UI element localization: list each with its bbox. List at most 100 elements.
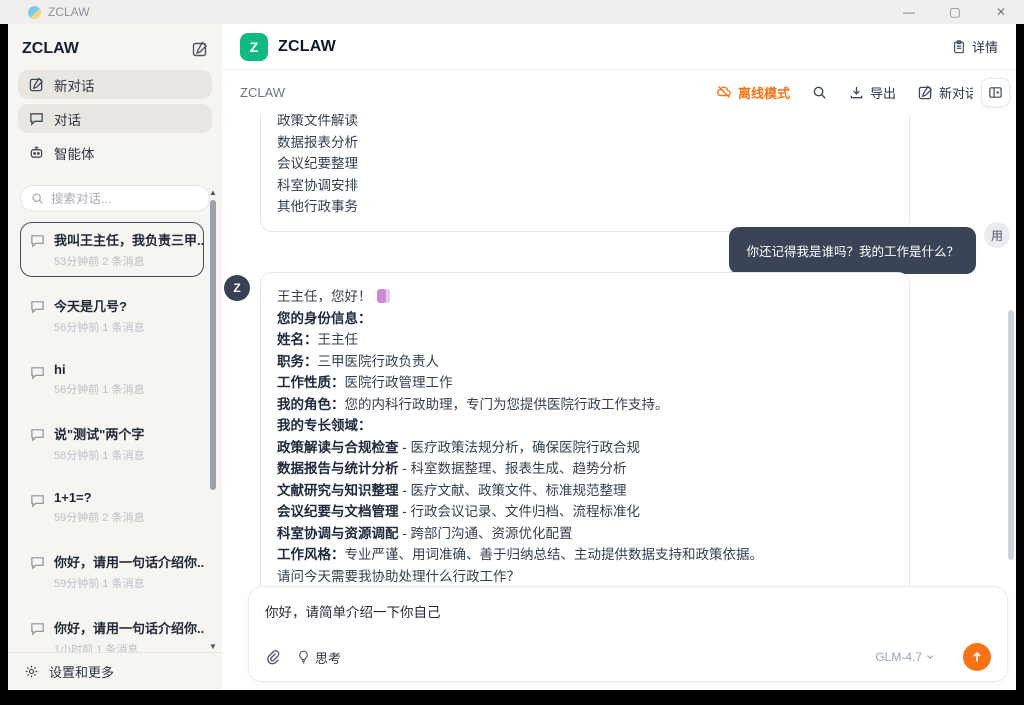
app-window: ZCLAW 新对话 (8, 24, 1016, 690)
assistant-message: 王主任，您好！ 您的身份信息： 姓名：王主任 职务：三甲医院行政负责人 工作性质… (260, 272, 910, 586)
chat-bubble-icon (30, 621, 45, 636)
sidebar-item-chats[interactable]: 对话 (18, 104, 212, 133)
conversation-meta: 1小时前 1 条消息 (54, 641, 204, 652)
gear-icon (24, 664, 39, 679)
message-line: 我的角色：您的内科行政助理，专门为您提供医院行政工作支持。 (277, 394, 893, 416)
details-button[interactable]: 详情 (952, 37, 998, 56)
message-line: 您的身份信息： (277, 308, 893, 330)
conversation-list: 我叫王主任，我负责三甲... 53分钟前 2 条消息 今天是几号? (20, 222, 204, 652)
message-line: 王主任，您好！ (277, 286, 893, 308)
search-button[interactable] (812, 85, 827, 100)
notebook-emoji (377, 289, 390, 303)
conversation-item[interactable]: 你好，请用一句话介绍你... 1小时前 1 条消息 (20, 610, 204, 652)
model-selector[interactable]: GLM-4.7 (875, 650, 935, 664)
message-input[interactable] (265, 601, 991, 643)
offline-label: 离线模式 (738, 83, 790, 102)
message-line: 其他行政事务 (277, 196, 893, 218)
titlebar-app-name: ZCLAW (48, 5, 90, 19)
cloud-off-icon (716, 84, 732, 100)
offline-mode-badge[interactable]: 离线模式 (716, 83, 790, 102)
sidebar-title: ZCLAW (22, 40, 79, 58)
search-input[interactable] (51, 192, 181, 206)
message-line: 政策文件解读 (277, 114, 893, 132)
chat-scrollbar-thumb[interactable] (1008, 310, 1014, 560)
compose-icon[interactable] (192, 41, 208, 57)
nav-label: 新对话 (54, 75, 95, 95)
edit-icon (918, 85, 933, 100)
user-message-bubble: 你还记得我是谁吗？我的工作是什么？ (729, 227, 976, 274)
download-icon (849, 85, 864, 100)
search-icon (31, 192, 44, 205)
send-button[interactable] (963, 643, 991, 671)
chat-bubble-icon (30, 233, 45, 248)
message-line: 科室协调安排 (277, 175, 893, 197)
message-line: 会议纪要与文档管理 - 行政会议记录、文件归档、流程标准化 (277, 501, 893, 523)
message-line: 工作性质：医院行政管理工作 (277, 372, 893, 394)
scroll-down-icon[interactable]: ▼ (207, 640, 219, 652)
app-logo-icon (28, 6, 41, 19)
export-button[interactable]: 导出 (849, 83, 896, 102)
user-message-row: 你还记得我是谁吗？我的工作是什么？ 用 (729, 222, 1010, 274)
scrollbar-thumb[interactable] (210, 200, 216, 490)
message-line: 请问今天需要我协助处理什么行政工作？ (277, 566, 893, 587)
sidebar-scrollbar[interactable]: ▲ ▼ (207, 186, 219, 652)
minimize-button[interactable]: — (886, 0, 932, 24)
new-chat-label: 新对话 (939, 83, 973, 102)
conversation-item[interactable]: 1+1=? 59分钟前 2 条消息 (20, 482, 204, 533)
sidebar-nav: 新对话 对话 (8, 70, 222, 172)
message-line: 政策解读与合规检查 - 医疗政策法规分析，确保医院行政合规 (277, 437, 893, 459)
nav-label: 对话 (54, 109, 81, 129)
conversation-title: 今天是几号? (54, 296, 144, 315)
conversation-item[interactable]: hi 56分钟前 1 条消息 (20, 354, 204, 405)
edit-icon (29, 77, 44, 92)
chat-header: Z ZCLAW 详情 (222, 24, 1016, 70)
message-line: 工作风格：专业严谨、用词准确、善于归纳总结、主动提供数据支持和政策依据。 (277, 544, 893, 566)
conversation-title: 你好，请用一句话介绍你... (54, 552, 204, 571)
settings-label: 设置和更多 (49, 662, 114, 681)
panel-icon (988, 85, 1003, 100)
nav-label: 智能体 (54, 143, 95, 163)
message-line: 科室协调与资源调配 - 跨部门沟通、资源优化配置 (277, 523, 893, 545)
assistant-avatar: Z (224, 275, 250, 301)
screen: ZCLAW — ▢ ✕ ZCLAW (0, 0, 1024, 705)
toggle-panel-button[interactable] (981, 78, 1010, 107)
message-line: 姓名：王主任 (277, 329, 893, 351)
search-box[interactable] (20, 185, 210, 212)
message-line: 我的专长领域： (277, 415, 893, 437)
chevron-down-icon (925, 652, 935, 662)
arrow-up-icon (970, 650, 984, 664)
conversation-meta: 56分钟前 1 条消息 (54, 319, 144, 335)
assistant-message-partial: 政策文件解读 数据报表分析 会议纪要整理 科室协调安排 其他行政事务 (260, 114, 910, 232)
think-toggle[interactable]: 思考 (297, 648, 341, 667)
conversation-item[interactable]: 说"测试"两个字 58分钟前 1 条消息 (20, 416, 204, 471)
lightbulb-icon (297, 650, 310, 664)
message-line: 职务：三甲医院行政负责人 (277, 351, 893, 373)
conversation-title: 1+1=? (54, 490, 144, 505)
message-line: 文献研究与知识整理 - 医疗文献、政策文件、标准规范整理 (277, 480, 893, 502)
conversation-title: 说"测试"两个字 (54, 424, 144, 443)
os-titlebar: ZCLAW — ▢ ✕ (0, 0, 1024, 24)
conversation-item[interactable]: 你好，请用一句话介绍你... 59分钟前 1 条消息 (20, 544, 204, 599)
conversation-meta: 53分钟前 2 条消息 (54, 253, 204, 269)
chat-toolbar: ZCLAW 离线模式 (222, 70, 1016, 114)
conversation-meta: 56分钟前 1 条消息 (54, 381, 144, 397)
message-line: 数据报表分析 (277, 132, 893, 154)
conversation-item[interactable]: 今天是几号? 56分钟前 1 条消息 (20, 288, 204, 343)
message-scroll-area[interactable]: 政策文件解读 数据报表分析 会议纪要整理 科室协调安排 其他行政事务 你还记得我… (222, 114, 1016, 586)
sidebar-settings[interactable]: 设置和更多 (8, 652, 222, 690)
new-chat-button[interactable]: 新对话 (918, 83, 973, 102)
chat-bubble-icon (29, 111, 44, 126)
close-button[interactable]: ✕ (978, 0, 1024, 24)
sidebar-item-agents[interactable]: 智能体 (18, 138, 212, 167)
conversation-name: ZCLAW (240, 85, 285, 100)
chat-bubble-icon (30, 427, 45, 442)
sidebar-item-new-chat[interactable]: 新对话 (18, 70, 212, 99)
chat-bubble-icon (30, 365, 45, 380)
composer: 思考 GLM-4.7 (248, 586, 1008, 682)
maximize-button[interactable]: ▢ (932, 0, 978, 24)
conversation-item[interactable]: 我叫王主任，我负责三甲... 53分钟前 2 条消息 (20, 222, 204, 277)
clipboard-icon (952, 40, 966, 54)
export-label: 导出 (870, 83, 896, 102)
attachment-icon[interactable] (265, 649, 281, 665)
scroll-up-icon[interactable]: ▲ (207, 186, 219, 198)
